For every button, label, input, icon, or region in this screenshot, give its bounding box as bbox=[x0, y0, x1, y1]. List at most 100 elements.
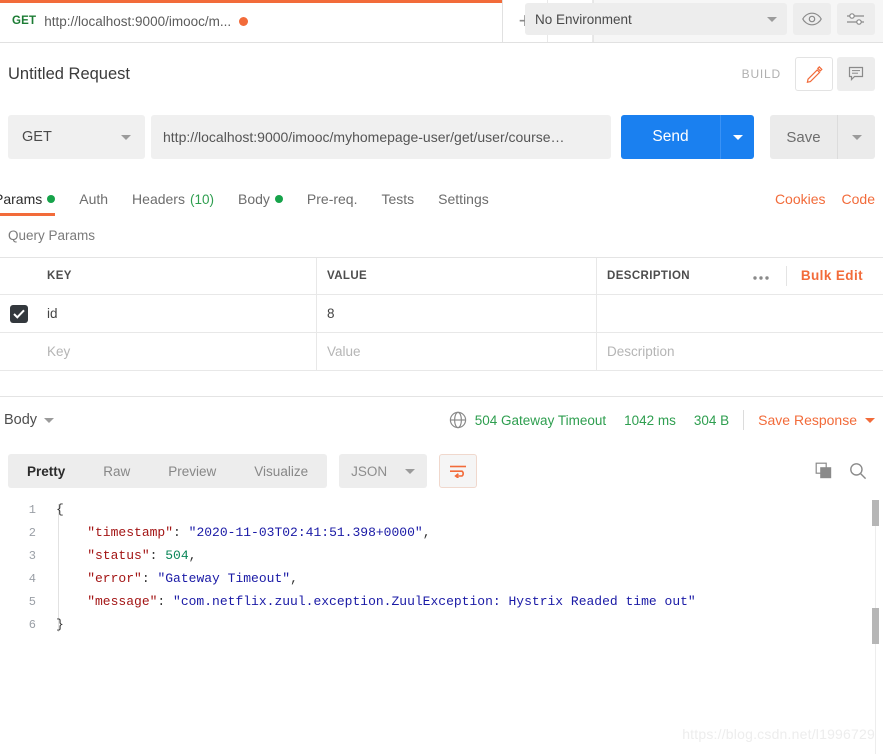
check-icon bbox=[12, 309, 25, 319]
line-number: 6 bbox=[28, 617, 36, 632]
response-code-viewer[interactable]: 1 {2 "timestamp": "2020-11-03T02:41:51.39… bbox=[0, 498, 883, 754]
new-value-input[interactable]: Value bbox=[317, 333, 597, 370]
tab-settings[interactable]: Settings bbox=[426, 182, 501, 216]
comments-button[interactable] bbox=[837, 57, 875, 91]
watermark: https://blog.csdn.net/l1996729 bbox=[682, 726, 875, 742]
code-token: "message" bbox=[56, 594, 158, 609]
environment-settings-button[interactable] bbox=[837, 3, 875, 35]
search-response-button[interactable] bbox=[841, 454, 875, 488]
params-more-options-icon[interactable] bbox=[736, 268, 786, 284]
copy-icon bbox=[815, 462, 832, 479]
code-token: "error" bbox=[56, 571, 142, 586]
response-body-label: Body bbox=[4, 412, 38, 428]
code-token: , bbox=[422, 525, 431, 540]
response-separator bbox=[0, 396, 883, 397]
line-number: 1 bbox=[28, 502, 36, 517]
tab-auth-label: Auth bbox=[79, 191, 109, 207]
code-token: : bbox=[157, 594, 174, 609]
code-token: } bbox=[56, 617, 64, 632]
response-header: Body 504 Gateway Timeout 1042 ms 304 B S… bbox=[0, 400, 883, 440]
environment-selected-label: No Environment bbox=[535, 11, 632, 27]
url-input[interactable]: http://localhost:9000/imooc/myhomepage-u… bbox=[151, 115, 611, 159]
new-description-input[interactable]: Description bbox=[597, 333, 883, 370]
save-button-group: Save bbox=[770, 115, 875, 159]
table-row[interactable]: id 8 bbox=[0, 295, 883, 333]
table-header-tools: Bulk Edit bbox=[736, 266, 873, 286]
chevron-down-icon bbox=[405, 468, 416, 474]
code-token: , bbox=[188, 548, 197, 563]
row-checkbox-cell bbox=[0, 295, 37, 332]
copy-response-button[interactable] bbox=[807, 454, 841, 488]
tab-headers[interactable]: Headers (10) bbox=[120, 182, 226, 216]
params-indicator-icon bbox=[47, 195, 56, 203]
code-token: : bbox=[173, 525, 189, 540]
word-wrap-button[interactable] bbox=[439, 454, 478, 488]
response-view-toolbar: Pretty Raw Preview Visualize JSON bbox=[0, 450, 883, 492]
code-token: "timestamp" bbox=[56, 525, 174, 540]
save-response-button[interactable]: Save Response bbox=[758, 412, 875, 428]
save-options-button[interactable] bbox=[837, 115, 875, 159]
query-params-table: KEY VALUE DESCRIPTION Bulk Edit id 8 Key… bbox=[0, 257, 883, 371]
column-header-key: KEY bbox=[37, 258, 317, 294]
code-line-content: { bbox=[46, 502, 64, 517]
response-tab-visualize[interactable]: Visualize bbox=[235, 454, 327, 488]
request-tab-name: http://localhost:9000/imooc/m... bbox=[44, 13, 232, 29]
code-token: 504 bbox=[165, 548, 189, 563]
code-token: : bbox=[149, 548, 166, 563]
row-key-input[interactable]: id bbox=[37, 295, 317, 332]
tab-body[interactable]: Body bbox=[226, 182, 295, 216]
code-link[interactable]: Code bbox=[834, 182, 883, 216]
response-tab-raw[interactable]: Raw bbox=[84, 454, 149, 488]
response-network-button[interactable] bbox=[441, 403, 475, 437]
http-method-label: GET bbox=[22, 129, 52, 145]
row-checkbox[interactable] bbox=[9, 304, 28, 323]
new-key-input[interactable]: Key bbox=[37, 333, 317, 370]
line-number: 3 bbox=[28, 548, 36, 563]
response-tab-preview[interactable]: Preview bbox=[149, 454, 235, 488]
tab-tests[interactable]: Tests bbox=[369, 182, 426, 216]
tab-params[interactable]: Params bbox=[0, 182, 67, 216]
row-value-input[interactable]: 8 bbox=[317, 295, 597, 332]
bulk-edit-link[interactable]: Bulk Edit bbox=[785, 266, 873, 286]
response-scrollbar-thumb-top[interactable] bbox=[872, 500, 879, 526]
response-scrollbar-thumb-bottom[interactable] bbox=[872, 608, 879, 644]
url-bar: GET http://localhost:9000/imooc/myhomepa… bbox=[0, 112, 883, 162]
response-format-select[interactable]: JSON bbox=[339, 454, 428, 488]
code-token: "com.netflix.zuul.exception.ZuulExceptio… bbox=[173, 594, 696, 609]
response-status-group: 504 Gateway Timeout 1042 ms 304 B bbox=[475, 413, 729, 428]
tab-prerequest[interactable]: Pre-req. bbox=[295, 182, 370, 216]
globe-icon bbox=[449, 411, 466, 429]
send-button-group: Send bbox=[621, 115, 754, 159]
chevron-down-icon bbox=[44, 417, 55, 423]
environment-quick-look-button[interactable] bbox=[793, 3, 831, 35]
response-body-menu[interactable]: Body bbox=[4, 412, 55, 428]
send-button[interactable]: Send bbox=[621, 115, 720, 159]
code-line: 3 "status": 504, bbox=[0, 544, 883, 567]
cookies-link[interactable]: Cookies bbox=[767, 182, 834, 216]
save-button[interactable]: Save bbox=[770, 115, 837, 159]
code-token: { bbox=[56, 502, 64, 517]
response-view-tabs: Pretty Raw Preview Visualize bbox=[8, 454, 328, 488]
code-line: 2 "timestamp": "2020-11-03T02:41:51.398+… bbox=[0, 521, 883, 544]
header-check-cell bbox=[0, 258, 37, 294]
code-token: : bbox=[141, 571, 158, 586]
query-params-label: Query Params bbox=[8, 228, 96, 243]
table-row-empty[interactable]: Key Value Description bbox=[0, 333, 883, 371]
response-tab-pretty[interactable]: Pretty bbox=[8, 454, 84, 488]
tab-prerequest-label: Pre-req. bbox=[306, 191, 358, 207]
environment-select[interactable]: No Environment bbox=[525, 3, 787, 35]
send-options-button[interactable] bbox=[720, 115, 754, 159]
http-method-select[interactable]: GET bbox=[8, 115, 145, 159]
tab-auth[interactable]: Auth bbox=[67, 182, 120, 216]
tab-body-label: Body bbox=[237, 191, 270, 207]
line-number: 2 bbox=[28, 525, 36, 540]
row-description-input[interactable] bbox=[597, 295, 883, 332]
save-response-label: Save Response bbox=[758, 412, 857, 428]
request-tab[interactable]: GET http://localhost:9000/imooc/m... bbox=[0, 0, 503, 42]
code-line: 6} bbox=[0, 613, 883, 636]
build-mode-button[interactable] bbox=[795, 57, 833, 91]
word-wrap-icon bbox=[450, 465, 467, 478]
column-header-value: VALUE bbox=[317, 258, 597, 294]
pencil-icon bbox=[806, 65, 823, 83]
table-header-row: KEY VALUE DESCRIPTION Bulk Edit bbox=[0, 258, 883, 295]
